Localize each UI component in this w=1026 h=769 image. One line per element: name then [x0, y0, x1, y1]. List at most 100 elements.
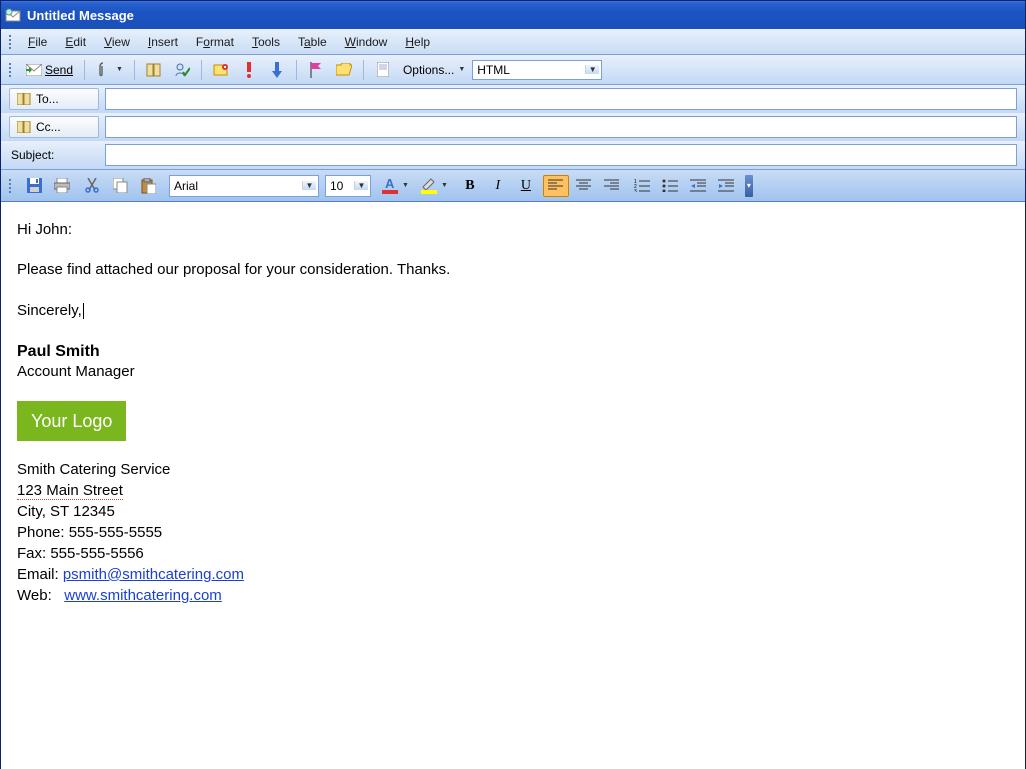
print-button[interactable] — [49, 175, 75, 197]
page-icon — [375, 62, 391, 78]
to-input[interactable] — [105, 88, 1017, 110]
signature-logo: Your Logo — [17, 401, 126, 441]
increase-indent-button[interactable] — [713, 175, 739, 197]
to-button[interactable]: To... — [9, 88, 99, 110]
cc-row: Cc... — [1, 113, 1025, 141]
permission-icon — [213, 62, 229, 78]
numbered-list-icon: 123 — [634, 178, 650, 194]
text-cursor-icon — [83, 303, 84, 319]
align-left-icon — [548, 178, 564, 194]
dropdown-arrow-icon: ▼ — [116, 66, 123, 73]
check-names-button[interactable] — [169, 59, 195, 81]
address-book-icon — [16, 119, 32, 135]
toolbar-overflow-button[interactable]: ▾ — [745, 175, 753, 197]
menu-edit[interactable]: Edit — [56, 32, 95, 52]
toolbar-grip-icon[interactable] — [7, 179, 13, 193]
bullet-list-button[interactable] — [657, 175, 683, 197]
signature-fax: Fax: 555-555-5556 — [17, 543, 1009, 564]
options-page-button[interactable] — [370, 59, 396, 81]
menu-bar: File Edit View Insert Format Tools Table… — [1, 29, 1025, 55]
subject-label: Subject: — [9, 148, 99, 162]
font-combo[interactable]: Arial ▼ — [169, 175, 319, 197]
flag-button[interactable] — [303, 59, 329, 81]
app-icon — [5, 7, 21, 23]
increase-indent-icon — [718, 178, 734, 194]
dropdown-arrow-icon: ▼ — [302, 181, 316, 190]
align-right-button[interactable] — [599, 175, 625, 197]
menu-tools[interactable]: Tools — [243, 32, 289, 52]
font-color-button[interactable]: A ▼ — [377, 175, 414, 197]
scissors-icon — [84, 178, 100, 194]
paste-icon — [140, 178, 156, 194]
body-closing: Sincerely, — [17, 301, 1009, 321]
flag-icon — [308, 62, 324, 78]
numbered-list-button[interactable]: 123 — [629, 175, 655, 197]
menu-view[interactable]: View — [95, 32, 139, 52]
signature-web-link[interactable]: www.smithcatering.com — [64, 587, 222, 604]
attach-button[interactable]: ▼ — [91, 59, 128, 81]
paste-button[interactable] — [135, 175, 161, 197]
options-button[interactable]: Options... ▼ — [398, 59, 470, 81]
down-arrow-icon — [269, 62, 285, 78]
main-toolbar: Send ▼ — [1, 55, 1025, 85]
permission-button[interactable] — [208, 59, 234, 81]
menu-help[interactable]: Help — [396, 32, 439, 52]
body-paragraph: Please find attached our proposal for yo… — [17, 260, 1009, 280]
address-book-button[interactable] — [141, 59, 167, 81]
signature-phone: Phone: 555-555-5555 — [17, 522, 1009, 543]
highlight-button[interactable]: ▼ — [416, 175, 453, 197]
bold-icon: B — [462, 178, 478, 194]
address-book-icon — [16, 91, 32, 107]
print-icon — [54, 178, 70, 194]
signature-title: Account Manager — [17, 362, 1009, 382]
menu-file[interactable]: File — [19, 32, 56, 52]
cc-button[interactable]: Cc... — [9, 116, 99, 138]
bullet-list-icon — [662, 178, 678, 194]
cc-input[interactable] — [105, 116, 1017, 138]
save-button[interactable] — [21, 175, 47, 197]
check-names-icon — [174, 62, 190, 78]
dropdown-arrow-icon: ▼ — [402, 182, 409, 189]
copy-button[interactable] — [107, 175, 133, 197]
align-center-button[interactable] — [571, 175, 597, 197]
svg-text:3: 3 — [634, 189, 637, 192]
underline-icon: U — [518, 178, 534, 194]
highlight-icon — [421, 178, 437, 194]
toolbar-grip-icon[interactable] — [7, 63, 13, 77]
paperclip-icon — [96, 62, 112, 78]
format-combo[interactable]: HTML ▼ — [472, 60, 602, 80]
signature-email: Email: psmith@smithcatering.com — [17, 564, 1009, 585]
menu-insert[interactable]: Insert — [139, 32, 187, 52]
cut-button[interactable] — [79, 175, 105, 197]
align-right-icon — [604, 178, 620, 194]
signature-email-link[interactable]: psmith@smithcatering.com — [63, 566, 244, 583]
send-button[interactable]: Send — [21, 59, 78, 81]
decrease-indent-button[interactable] — [685, 175, 711, 197]
signature-address1: 123 Main Street — [17, 480, 1009, 501]
italic-icon: I — [490, 178, 506, 194]
menu-window[interactable]: Window — [336, 32, 397, 52]
font-size-combo[interactable]: 10 ▼ — [325, 175, 371, 197]
exclamation-icon — [241, 62, 257, 78]
folder-button[interactable] — [331, 59, 357, 81]
signature-block: Smith Catering Service 123 Main Street C… — [17, 459, 1009, 606]
menu-format[interactable]: Format — [187, 32, 243, 52]
subject-input[interactable] — [105, 144, 1017, 166]
message-body[interactable]: Hi John: Please find attached our propos… — [1, 202, 1025, 769]
copy-icon — [112, 178, 128, 194]
toolbar-grip-icon[interactable] — [7, 35, 13, 49]
importance-high-button[interactable] — [236, 59, 262, 81]
send-icon — [26, 62, 42, 78]
folder-open-icon — [336, 62, 352, 78]
italic-button[interactable]: I — [485, 175, 511, 197]
underline-button[interactable]: U — [513, 175, 539, 197]
menu-table[interactable]: Table — [289, 32, 336, 52]
subject-row: Subject: — [1, 141, 1025, 170]
formatting-toolbar: Arial ▼ 10 ▼ A ▼ ▼ B I U — [1, 170, 1025, 202]
align-left-button[interactable] — [543, 175, 569, 197]
signature-web: Web: www.smithcatering.com — [17, 585, 1009, 606]
dropdown-arrow-icon: ▼ — [354, 181, 368, 190]
importance-low-button[interactable] — [264, 59, 290, 81]
signature-company: Smith Catering Service — [17, 459, 1009, 480]
bold-button[interactable]: B — [457, 175, 483, 197]
